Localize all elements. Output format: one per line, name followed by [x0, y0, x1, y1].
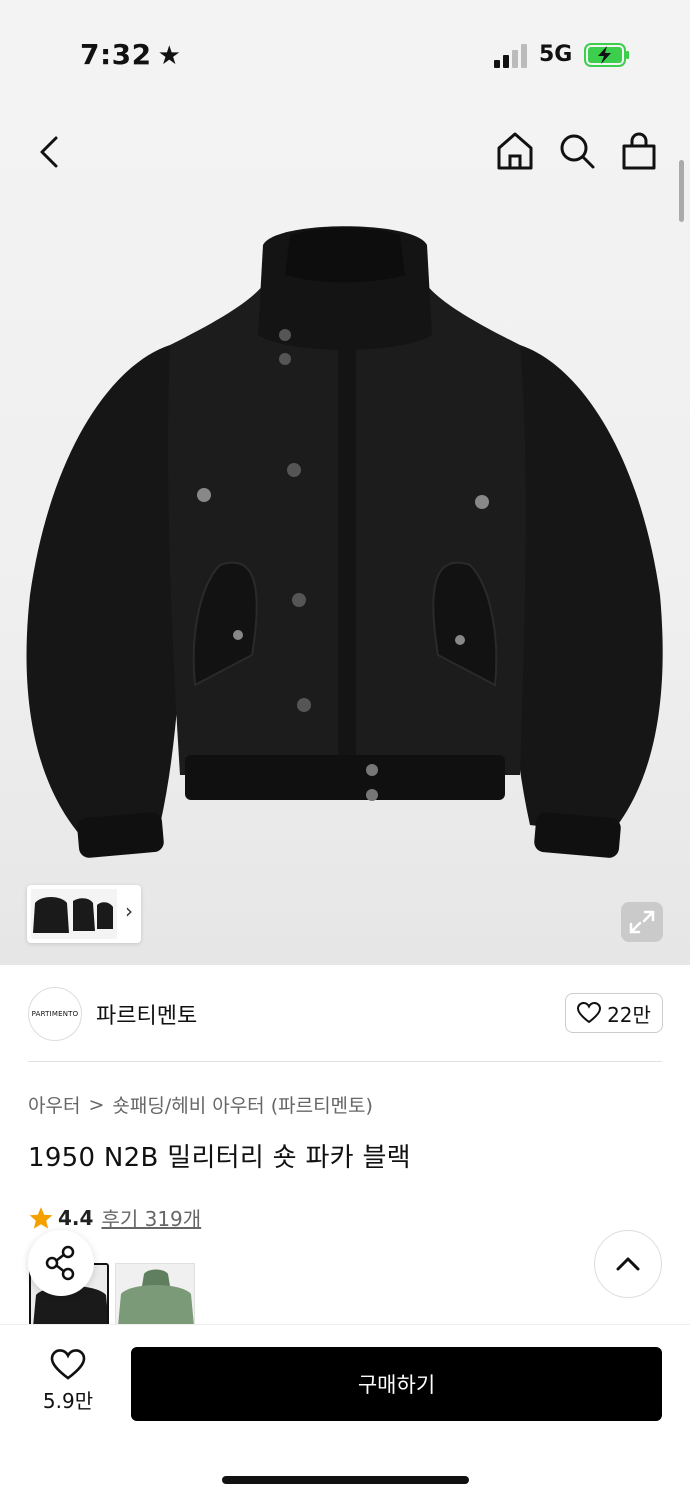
zoom-button[interactable]: [621, 902, 663, 942]
chevron-up-icon: [616, 1257, 640, 1271]
brand-like-button[interactable]: 22만: [565, 993, 663, 1033]
search-icon[interactable]: [556, 130, 598, 172]
product-rating[interactable]: 4.4 후기 319개: [28, 1203, 201, 1232]
scroll-top-button[interactable]: [594, 1230, 662, 1298]
product-title: 1950 N2B 밀리터리 숏 파카 블랙: [28, 1143, 411, 1173]
breadcrumb-separator: >: [88, 1093, 105, 1116]
brand-name[interactable]: 파르티멘토: [96, 998, 197, 1030]
star-icon: ★: [157, 41, 182, 71]
expand-icon: [629, 910, 655, 934]
color-swatch-green[interactable]: [115, 1263, 195, 1325]
battery-icon: [584, 43, 629, 67]
time-label: 7:32: [80, 38, 152, 71]
buy-button[interactable]: 구매하기: [131, 1347, 662, 1421]
product-main-image: [26, 226, 663, 858]
brand-like-count: 22만: [607, 1002, 651, 1027]
home-icon[interactable]: [494, 130, 536, 172]
status-time: 7:32 ★: [80, 38, 181, 71]
share-button[interactable]: [28, 1230, 94, 1296]
chevron-left-icon[interactable]: [34, 132, 66, 172]
network-label: 5G: [539, 42, 573, 67]
status-bar: 7:32 ★ 5G: [0, 0, 690, 110]
scrollbar[interactable]: [679, 160, 684, 222]
favorite-count: 5.9만: [42, 1389, 94, 1413]
breadcrumb: 아우터 > 숏패딩/헤비 아우터 (파르티멘토): [28, 1091, 373, 1118]
favorite-button[interactable]: 5.9만: [30, 1349, 106, 1414]
rating-score: 4.4: [58, 1205, 94, 1230]
breadcrumb-subcategory[interactable]: 숏패딩/헤비 아우터 (파르티멘토): [112, 1091, 373, 1118]
star-rating-icon: [29, 1206, 53, 1229]
signal-icon: [494, 44, 527, 68]
thumbnail-strip[interactable]: ›: [27, 885, 141, 943]
product-image-gallery[interactable]: ›: [0, 110, 690, 965]
review-count-link[interactable]: 후기 319개: [101, 1203, 201, 1232]
breadcrumb-category[interactable]: 아우터: [28, 1091, 80, 1118]
divider: [28, 1061, 662, 1062]
swatch-green-image: [116, 1264, 194, 1325]
heart-icon: [50, 1349, 86, 1380]
home-indicator[interactable]: [222, 1476, 469, 1484]
shopping-bag-icon[interactable]: [618, 130, 660, 172]
brand-logo-text: PARTIMENTO: [31, 1010, 79, 1018]
share-icon: [45, 1245, 75, 1281]
bottom-action-bar: 5.9만 구매하기: [0, 1324, 690, 1500]
brand-logo[interactable]: PARTIMENTO: [28, 987, 82, 1041]
heart-icon: [577, 1002, 602, 1024]
chevron-right-icon: ›: [125, 899, 133, 923]
thumbnail-images[interactable]: [31, 889, 117, 939]
